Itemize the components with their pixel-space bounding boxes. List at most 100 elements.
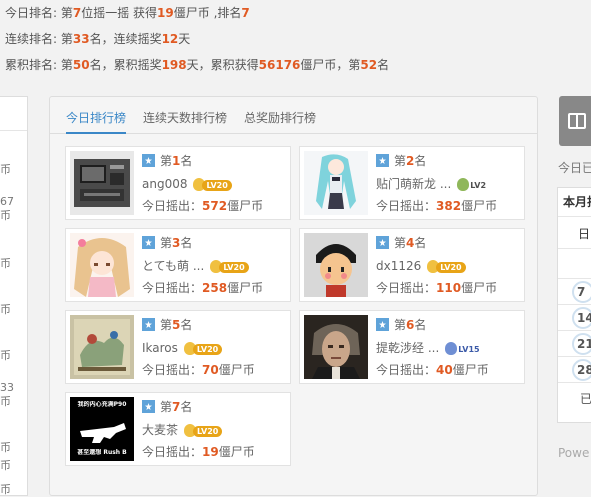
label: 名，累积摇奖 — [89, 58, 162, 72]
left-item: 币 — [0, 395, 11, 408]
level-badge-icon: LV2 — [457, 178, 490, 191]
gift-button[interactable] — [559, 96, 591, 146]
ranking-card[interactable]: 第2名 贴门萌新龙 ... LV2 今日摇出：382僵尸币 — [299, 146, 525, 220]
rank-star-icon — [142, 318, 155, 331]
username[interactable]: dx1126 — [376, 259, 421, 273]
left-item: 币 — [0, 459, 11, 472]
streak-summary: 连续排名: 第33名，连续摇奖12天 — [5, 29, 389, 55]
username[interactable]: 提乾涉经 ... — [376, 341, 439, 355]
tab-today[interactable]: 今日排行榜 — [66, 97, 127, 134]
level-label: LV20 — [219, 262, 249, 273]
shake-row: 今日摇出：40僵尸币 — [376, 362, 489, 378]
rank-suffix: 名 — [414, 236, 427, 250]
shake-row: 今日摇出：258僵尸币 — [142, 280, 263, 296]
calendar-row: 21 — [558, 330, 591, 356]
calendar-row: 28 — [558, 356, 591, 382]
username[interactable]: 贴门萌新龙 ... — [376, 177, 451, 191]
avatar[interactable] — [70, 151, 134, 215]
shake-value: 110 — [436, 281, 462, 295]
shake-value: 382 — [436, 199, 462, 213]
avatar[interactable] — [70, 315, 134, 379]
shake-label: 今日摇出： — [376, 363, 437, 377]
level-badge-icon: LV15 — [445, 342, 483, 355]
shake-label: 今日摇出： — [142, 445, 203, 459]
calendar-footer-row: 已 — [558, 382, 591, 412]
rank-prefix: 第 — [160, 154, 173, 168]
today-label: 今日已 — [558, 161, 591, 175]
label: 连续排名: 第 — [5, 32, 73, 46]
unit: 僵尸币 — [452, 363, 489, 377]
tab-streak-days[interactable]: 连续天数排行榜 — [143, 97, 227, 134]
rank-row: 第6名 — [376, 317, 426, 333]
label: 今日排名: 第 — [5, 6, 73, 20]
rank-row: 第1名 — [142, 153, 192, 169]
leaderboard-panel: 今日排行榜 连续天数排行榜 总奖励排行榜 第1名 ang008 LV20 今日摇出：5… — [49, 96, 538, 496]
level-badge-icon: LV20 — [210, 260, 249, 273]
label: 位摇一摇 获得 — [81, 6, 158, 20]
level-badge-icon: LV20 — [193, 178, 232, 191]
rank-row: 第7名 — [142, 399, 192, 415]
name-row: 贴门萌新龙 ... LV2 — [376, 176, 490, 192]
avatar[interactable] — [304, 233, 368, 297]
ranking-card[interactable]: 第3名 とても萌 ... LV20 今日摇出：258僵尸币 — [65, 228, 291, 302]
rank-suffix: 名 — [180, 154, 193, 168]
rank-row: 第2名 — [376, 153, 426, 169]
avatar[interactable] — [304, 151, 368, 215]
username[interactable]: ang008 — [142, 177, 187, 191]
label: 名，连续摇奖 — [89, 32, 162, 46]
rank-star-icon — [142, 154, 155, 167]
left-item: 币 — [0, 257, 11, 270]
rank-star-icon — [376, 154, 389, 167]
tab-total-rewards[interactable]: 总奖励排行榜 — [244, 97, 316, 134]
rank-row: 第4名 — [376, 235, 426, 251]
calendar-header-row: 日 — [558, 216, 591, 248]
username[interactable]: 大麦茶 — [142, 423, 178, 437]
total-rank2: 52 — [360, 58, 378, 72]
shake-row: 今日摇出：382僵尸币 — [376, 198, 497, 214]
avatar[interactable] — [70, 233, 134, 297]
rank-row: 第5名 — [142, 317, 192, 333]
summary: 今日排名: 第7位摇一摇 获得19僵尸币 ,排名7 连续排名: 第33名，连续摇… — [5, 3, 389, 81]
name-row: 提乾涉经 ... LV15 — [376, 340, 484, 356]
rank-prefix: 第 — [160, 400, 173, 414]
rank-star-icon — [376, 236, 389, 249]
calendar-day[interactable]: 28 — [572, 359, 591, 381]
calendar-day[interactable]: 7 — [572, 281, 591, 303]
left-item: 币 — [0, 209, 11, 222]
calendar-title: 本月排 — [563, 195, 591, 209]
shake-label: 今日摇出： — [142, 199, 203, 213]
shake-label: 今日摇出： — [142, 281, 203, 295]
avatar[interactable]: 我的内心充满P90 甚至還想 Rush B — [70, 397, 134, 461]
rank-row: 第3名 — [142, 235, 192, 251]
calendar-day[interactable]: 14 — [572, 307, 591, 329]
ranking-card[interactable]: 第1名 ang008 LV20 今日摇出：572僵尸币 — [65, 146, 291, 220]
rank-star-icon — [142, 400, 155, 413]
ranking-card[interactable]: 第5名 Ikaros LV20 今日摇出：70僵尸币 — [65, 310, 291, 384]
left-item: 33 — [0, 381, 14, 394]
name-row: 大麦茶 LV20 — [142, 422, 223, 438]
username[interactable]: とても萌 ... — [142, 259, 204, 273]
label: 僵尸币，第 — [300, 58, 361, 72]
calendar-row — [558, 248, 591, 278]
monthly-calendar: 本月排 日 7 14 21 28 已 — [557, 187, 591, 423]
ranking-card[interactable]: 第6名 提乾涉经 ... LV15 今日摇出：40僵尸币 — [299, 310, 525, 384]
username[interactable]: Ikaros — [142, 341, 178, 355]
name-row: Ikaros LV20 — [142, 340, 223, 356]
ranking-card[interactable]: 我的内心充满P90 甚至還想 Rush B 第7名 大麦茶 LV20 今日摇出：1… — [65, 392, 291, 466]
unit: 僵尸币 — [218, 363, 255, 377]
unit: 僵尸币 — [461, 199, 498, 213]
avatar[interactable] — [304, 315, 368, 379]
name-row: ang008 LV20 — [142, 176, 232, 192]
calendar-day[interactable]: 21 — [572, 333, 591, 355]
level-label: LV15 — [458, 345, 480, 354]
shake-label: 今日摇出： — [142, 363, 203, 377]
today-rank2: 7 — [241, 6, 250, 20]
total-summary: 累积排名: 第50名，累积摇奖198天，累积获得56176僵尸币，第52名 — [5, 55, 389, 81]
level-label: LV20 — [202, 180, 232, 191]
rank-suffix: 名 — [180, 236, 193, 250]
unit: 僵尸币 — [227, 199, 264, 213]
level-label: LV20 — [193, 426, 223, 437]
divider — [0, 130, 27, 131]
calendar-row: 14 — [558, 304, 591, 330]
ranking-card[interactable]: 第4名 dx1126 LV20 今日摇出：110僵尸币 — [299, 228, 525, 302]
